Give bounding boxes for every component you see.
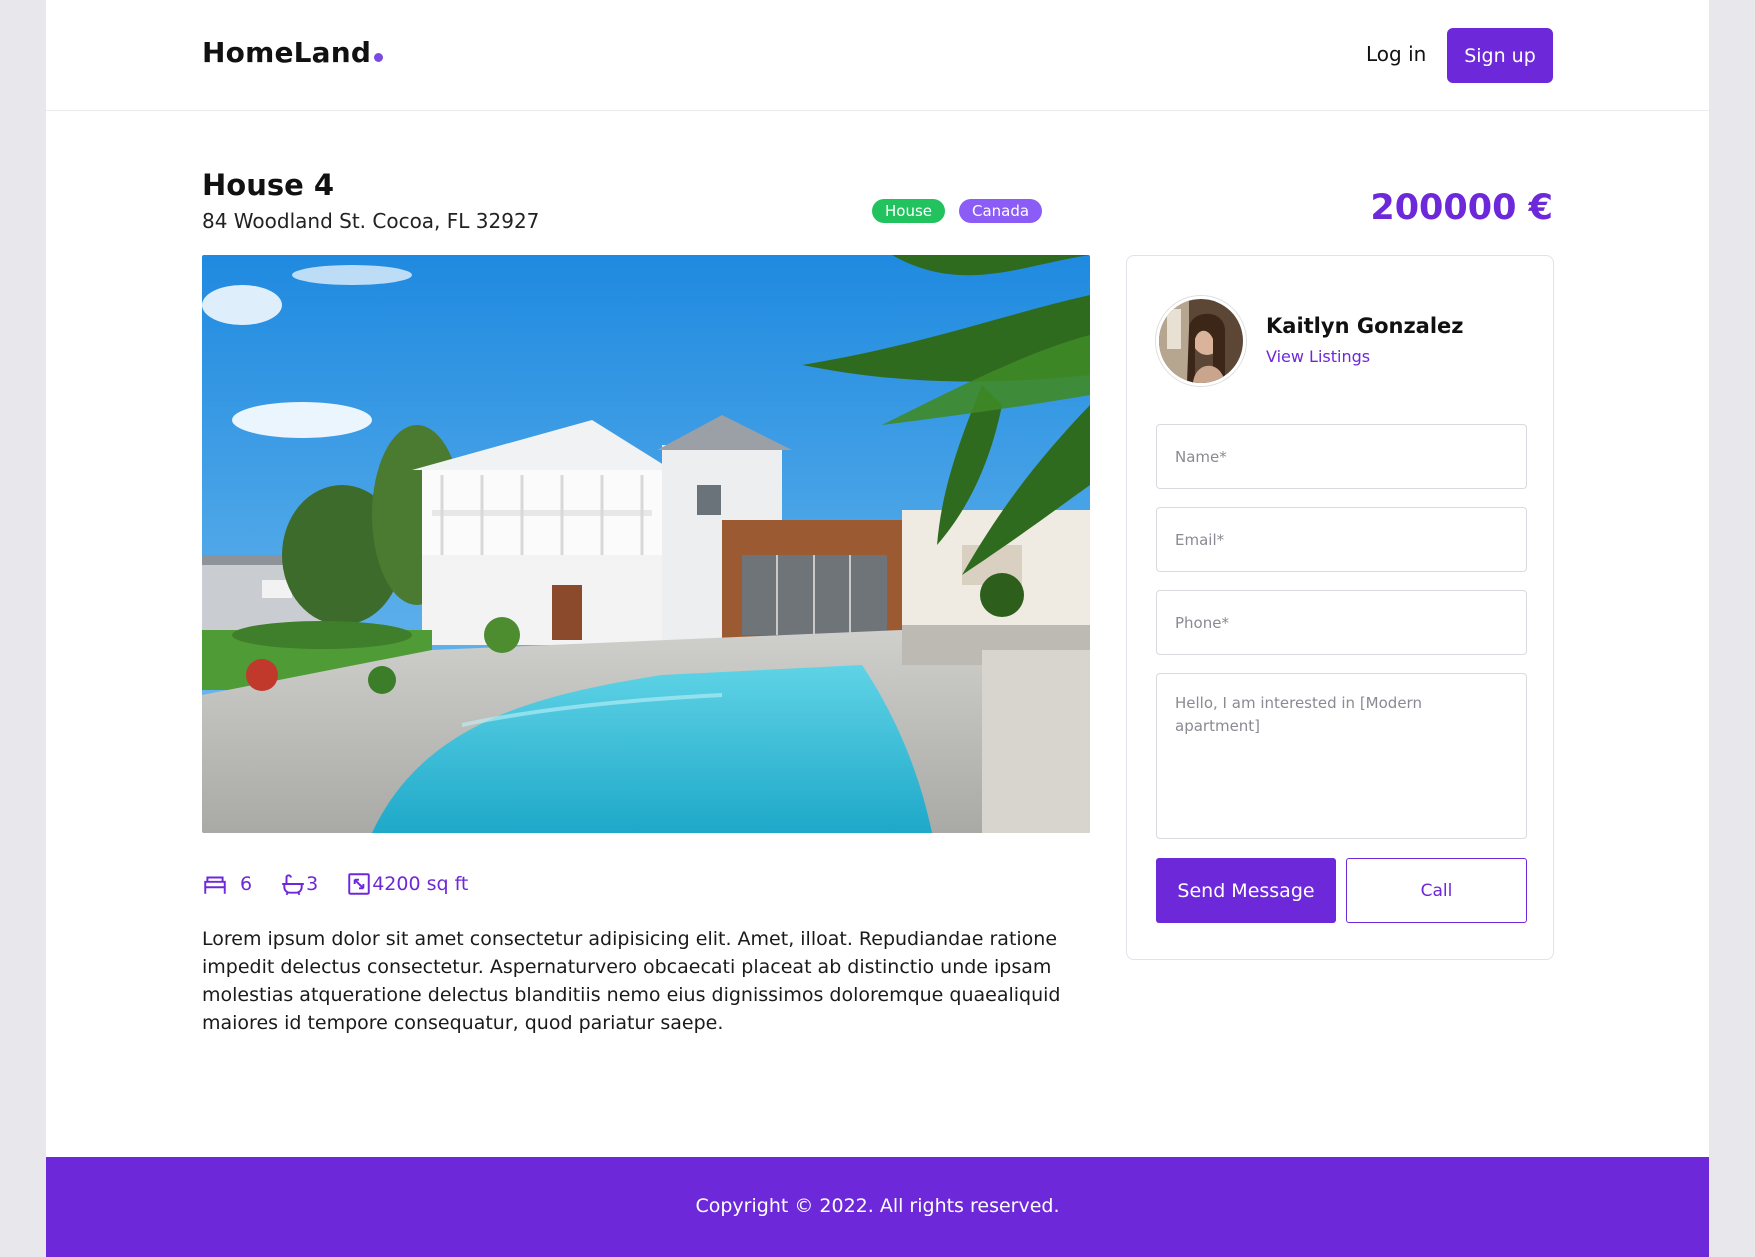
area-icon	[348, 873, 370, 895]
login-link[interactable]: Log in	[1366, 42, 1426, 66]
bath-icon	[282, 874, 304, 896]
message-field[interactable]	[1156, 673, 1527, 839]
site-footer: Copyright © 2022. All rights reserved.	[46, 1157, 1709, 1257]
logo[interactable]: HomeLand	[202, 36, 384, 69]
logo-text[interactable]: HomeLand	[202, 36, 371, 69]
agent-name: Kaitlyn Gonzalez	[1266, 314, 1464, 338]
feature-baths: 3	[280, 871, 318, 897]
name-field[interactable]	[1156, 424, 1527, 489]
listing-price: 200000 €	[1370, 188, 1553, 228]
area-value: 4200 sq ft	[372, 873, 469, 895]
logo-dot	[374, 53, 384, 62]
agent-contact-card: Kaitlyn Gonzalez View Listings Send Mess…	[1126, 255, 1554, 960]
baths-count: 3	[306, 873, 319, 895]
call-button[interactable]: Call	[1346, 858, 1527, 923]
phone-field[interactable]	[1156, 590, 1527, 655]
listing-title: House 4	[202, 168, 335, 202]
site-header: HomeLand Log in Sign up	[46, 0, 1709, 111]
beds-count: 6	[240, 873, 253, 895]
tag-house[interactable]: House	[872, 199, 946, 223]
property-photo	[202, 255, 1090, 833]
listing-description: Lorem ipsum dolor sit amet consectetur a…	[202, 928, 1061, 1034]
tag-canada[interactable]: Canada	[959, 199, 1043, 223]
email-field[interactable]	[1156, 507, 1527, 572]
property-features: 6 3 4200 sq ft	[202, 870, 468, 898]
feature-area: 4200 sq ft	[346, 871, 468, 897]
view-listings-link[interactable]: View Listings	[1266, 347, 1370, 366]
signup-button[interactable]: Sign up	[1447, 28, 1553, 83]
bed-icon	[204, 876, 226, 894]
copyright-text: Copyright © 2022. All rights reserved.	[695, 1195, 1060, 1217]
send-message-button[interactable]: Send Message	[1156, 858, 1336, 923]
feature-beds: 6	[202, 871, 252, 897]
listing-address: 84 Woodland St. Cocoa, FL 32927	[202, 209, 540, 233]
agent-avatar	[1156, 296, 1246, 386]
page: HomeLand Log in Sign up House 4 84 Woodl…	[46, 0, 1709, 1257]
